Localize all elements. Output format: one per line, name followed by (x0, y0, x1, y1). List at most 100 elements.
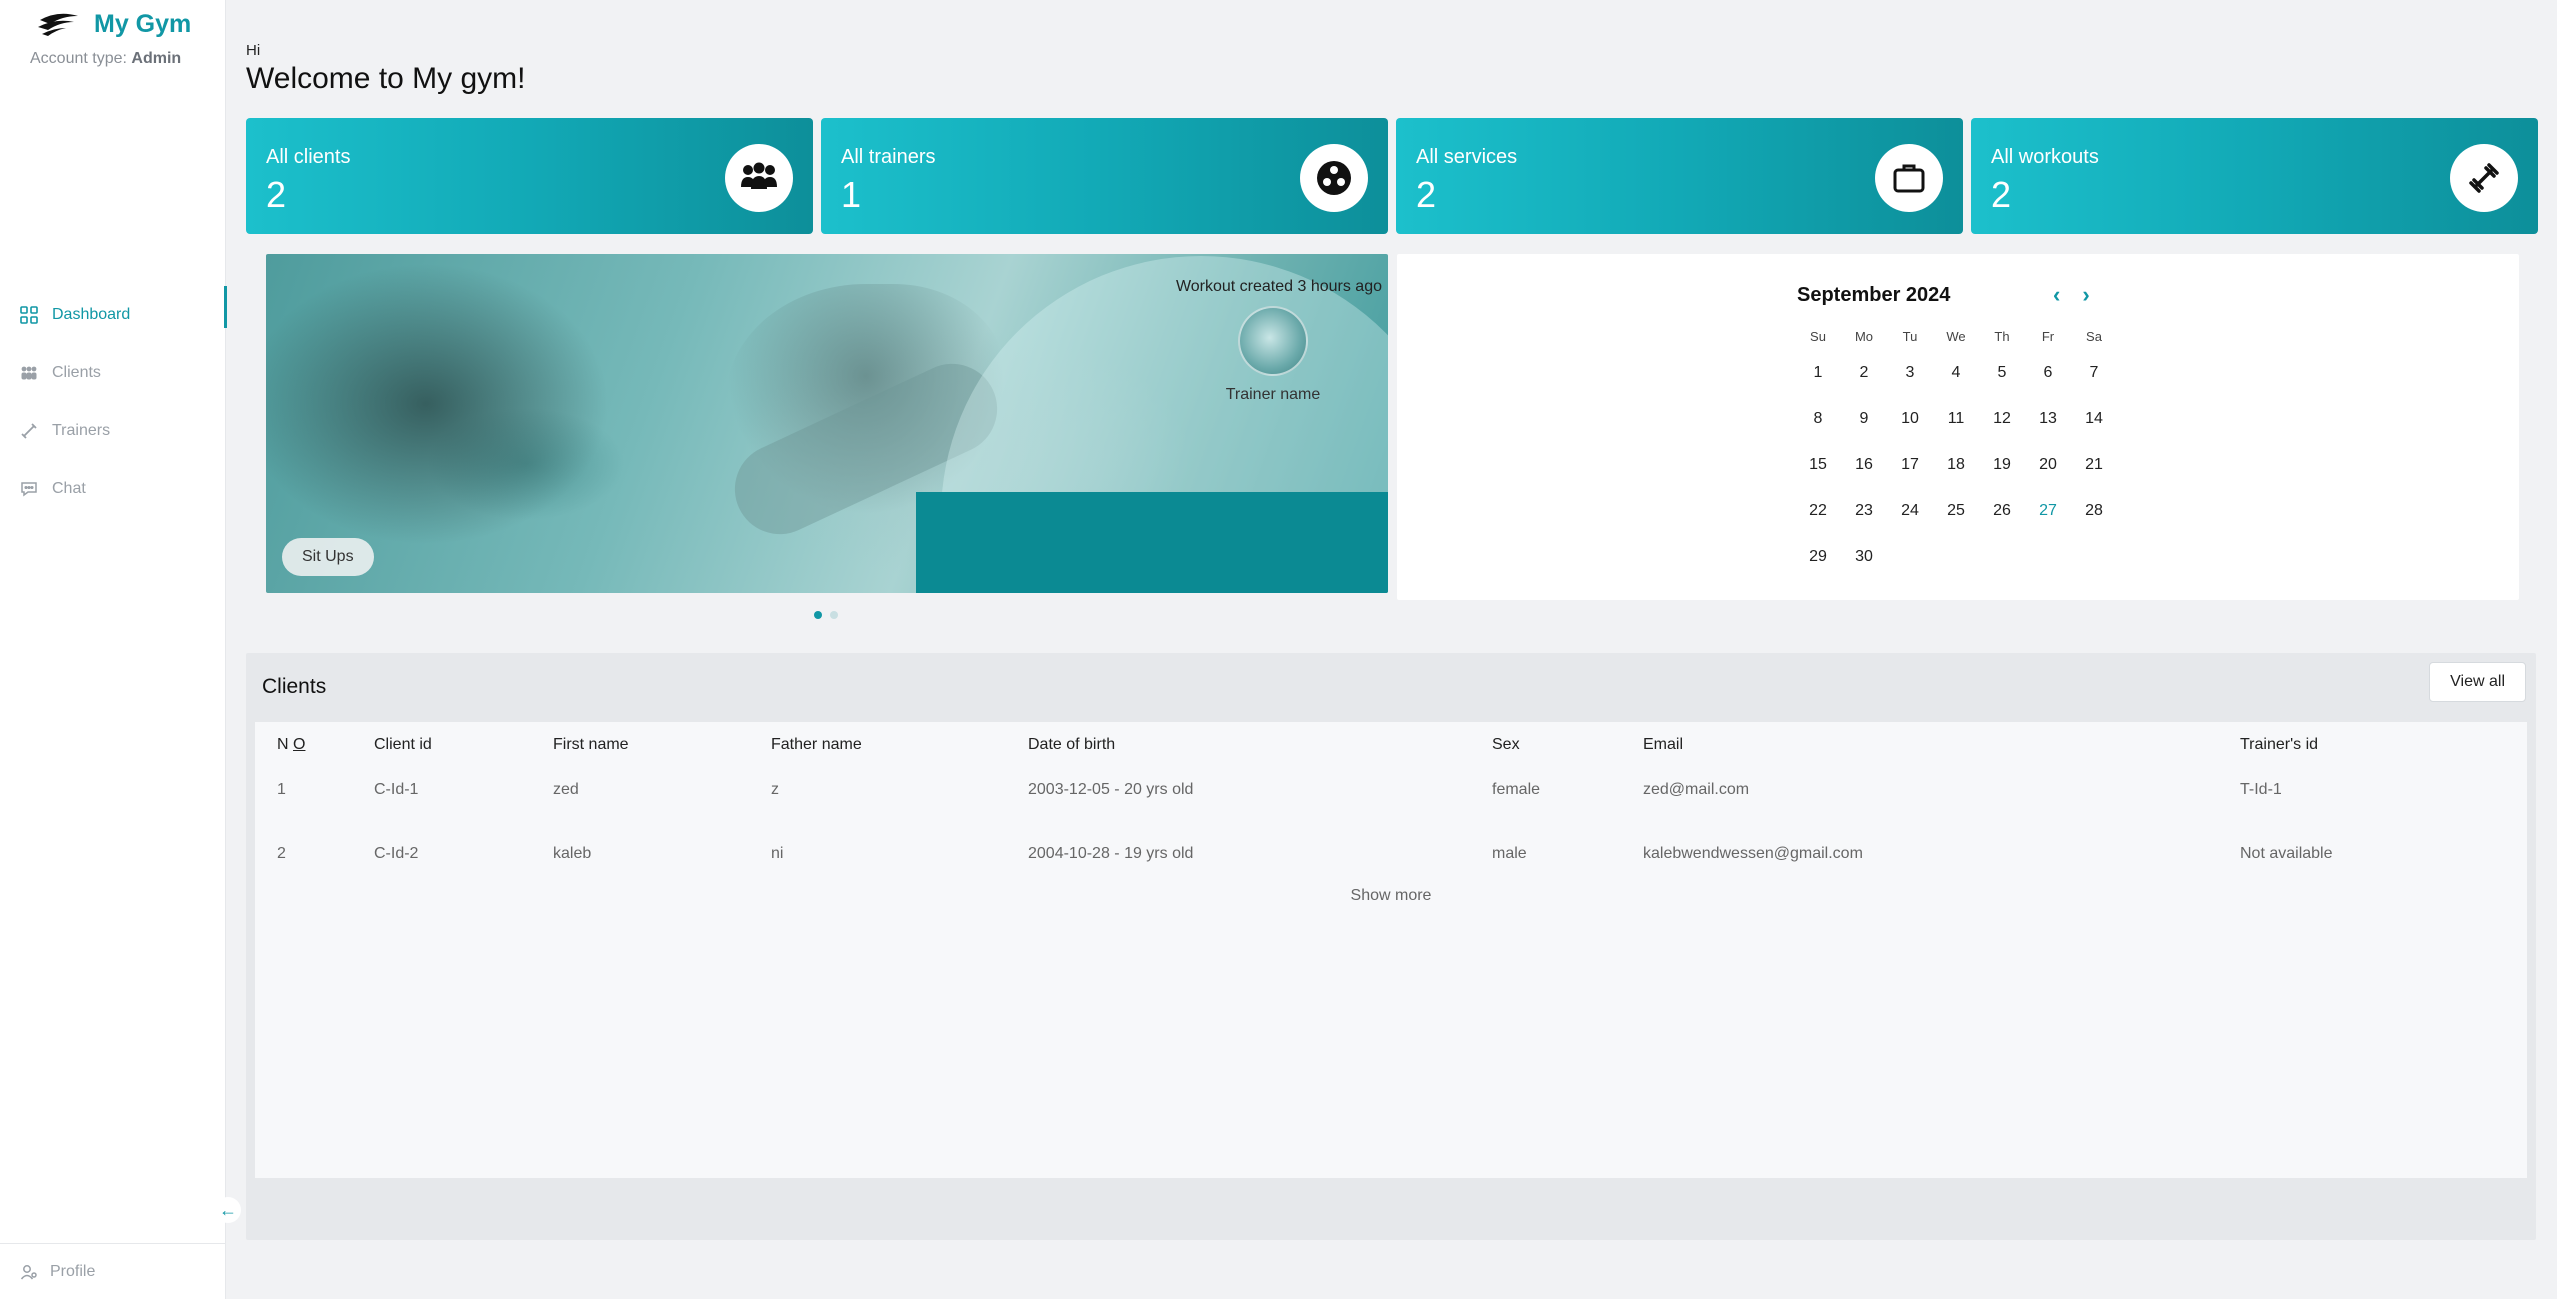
cell-email: zed@mail.com (1643, 781, 1750, 798)
section-title: Clients (262, 675, 327, 698)
calendar-day[interactable]: 4 (1933, 350, 1979, 396)
calendar-day[interactable]: 5 (1979, 350, 2025, 396)
calendar-month-label: September 2024 (1797, 284, 1951, 306)
cell-trainer-id: T-Id-1 (2240, 781, 2282, 798)
calendar-day[interactable]: 27 (2025, 488, 2071, 534)
workout-name-pill[interactable]: Sit Ups (282, 538, 374, 576)
calendar-day[interactable]: 21 (2071, 442, 2117, 488)
stat-card-workouts[interactable]: All workouts 2 (1971, 118, 2538, 234)
workout-carousel[interactable]: Workout created 3 hours ago Trainer name… (266, 254, 1388, 593)
calendar-day[interactable]: 14 (2071, 396, 2117, 442)
calendar-day[interactable]: 16 (1841, 442, 1887, 488)
calendar-weekday: We (1946, 329, 1966, 344)
cell-sex: male (1492, 845, 1527, 862)
calendar-day[interactable]: 12 (1979, 396, 2025, 442)
column-header-trainer-id: Trainer's id (2240, 736, 2319, 753)
sidebar-item-dashboard[interactable]: Dashboard (0, 286, 227, 344)
calendar-weekday: Th (1994, 329, 2010, 344)
calendar-day[interactable]: 20 (2025, 442, 2071, 488)
clients-section: Clients View all N O Client id First nam… (246, 653, 2536, 1240)
account-type: Account type: Admin (30, 50, 181, 68)
stat-card-services[interactable]: All services 2 (1396, 118, 1963, 234)
clients-icon (21, 366, 37, 380)
stat-card-value: 2 (1991, 174, 2012, 215)
calendar-day[interactable]: 15 (1795, 442, 1841, 488)
sidebar-item-label: Chat (52, 480, 86, 497)
account-type-value: Admin (131, 50, 182, 67)
arrow-left-icon: ← (219, 1199, 237, 1220)
sidebar-item-profile[interactable]: Profile (0, 1243, 226, 1299)
cell-no: 1 (277, 781, 286, 798)
sidebar-item-label: Trainers (52, 422, 111, 439)
calendar-day[interactable]: 7 (2071, 350, 2117, 396)
column-header-father-name: Father name (771, 736, 862, 753)
cell-client-id: C-Id-1 (374, 781, 419, 798)
clients-table: N O Client id First name Father name Dat… (255, 722, 2527, 1178)
sidebar-item-chat[interactable]: Chat (0, 460, 226, 518)
calendar-day[interactable]: 26 (1979, 488, 2025, 534)
stat-card-value: 1 (841, 174, 862, 215)
calendar-day[interactable]: 29 (1795, 534, 1841, 580)
profile-icon (20, 1264, 37, 1279)
column-header-sex: Sex (1492, 736, 1520, 753)
sidebar: My Gym Account type: Admin Dashboard Cli… (0, 0, 241, 1299)
column-header-email: Email (1643, 736, 1684, 753)
calendar-day[interactable]: 1 (1795, 350, 1841, 396)
collapse-sidebar-button[interactable]: ← (215, 1197, 241, 1223)
cell-client-id: C-Id-2 (374, 845, 419, 862)
cell-father-name: z (771, 781, 779, 798)
briefcase-icon (1875, 144, 1943, 212)
calendar-day[interactable]: 17 (1887, 442, 1933, 488)
cell-first-name: zed (553, 781, 579, 798)
calendar-weekday: Sa (2086, 329, 2102, 344)
carousel-indicators (814, 611, 838, 619)
calendar-day[interactable]: 22 (1795, 488, 1841, 534)
calendar-day[interactable]: 8 (1795, 396, 1841, 442)
gym-logo-icon (38, 13, 78, 36)
chevron-left-icon[interactable]: ‹ (2053, 282, 2060, 308)
dashboard-icon (20, 306, 38, 324)
show-more-link[interactable]: Show more (255, 887, 2527, 905)
chat-icon (21, 482, 37, 497)
stat-card-value: 2 (1416, 174, 1437, 215)
calendar-day[interactable]: 3 (1887, 350, 1933, 396)
calendar-day[interactable]: 13 (2025, 396, 2071, 442)
calendar-day[interactable]: 19 (1979, 442, 2025, 488)
column-header-client-id: Client id (374, 736, 432, 753)
column-header-no: N O (277, 736, 305, 754)
calendar-day[interactable]: 10 (1887, 396, 1933, 442)
carousel-dot-2[interactable] (830, 611, 838, 619)
calendar-day[interactable]: 28 (2071, 488, 2117, 534)
cell-dob: 2003-12-05 - 20 yrs old (1028, 781, 1194, 798)
trainer-avatar[interactable] (1238, 306, 1308, 376)
calendar-day[interactable]: 9 (1841, 396, 1887, 442)
calendar-grid: Su Mo Tu We Th Fr Sa 1 2 3 4 5 6 7 8 9 10 11 12 13 14 15 16 17 1… (1795, 324, 2117, 580)
calendar-day[interactable]: 2 (1841, 350, 1887, 396)
chevron-right-icon[interactable]: › (2082, 282, 2089, 308)
sidebar-item-label: Dashboard (52, 306, 131, 323)
brand[interactable]: My Gym (36, 10, 191, 39)
calendar-day[interactable]: 6 (2025, 350, 2071, 396)
view-all-button[interactable]: View all (2429, 662, 2526, 702)
sidebar-item-trainers[interactable]: Trainers (0, 402, 226, 460)
trainer-name: Trainer name (1225, 386, 1321, 403)
sidebar-item-clients[interactable]: Clients (0, 344, 226, 402)
sidebar-nav: Dashboard Clients Trainers Chat (0, 286, 227, 518)
greeting: Hi (246, 42, 261, 59)
dumbbell-icon (21, 423, 37, 439)
calendar-day[interactable]: 23 (1841, 488, 1887, 534)
carousel-dot-1[interactable] (814, 611, 822, 619)
calendar-day[interactable]: 18 (1933, 442, 1979, 488)
stat-card-trainers[interactable]: All trainers 1 (821, 118, 1388, 234)
stat-card-label: All services (1416, 146, 1518, 168)
calendar-day[interactable]: 11 (1933, 396, 1979, 442)
stat-card-clients[interactable]: All clients 2 (246, 118, 813, 234)
calendar-day[interactable]: 25 (1933, 488, 1979, 534)
calendar-day[interactable]: 24 (1887, 488, 1933, 534)
cell-sex: female (1492, 781, 1541, 798)
calendar-day[interactable]: 30 (1841, 534, 1887, 580)
account-type-label: Account type: (30, 50, 127, 67)
calendar-weekday: Tu (1902, 329, 1918, 344)
calendar-nav: ‹ › (2053, 282, 2090, 308)
cell-email: kalebwendwessen@gmail.com (1643, 845, 1863, 862)
